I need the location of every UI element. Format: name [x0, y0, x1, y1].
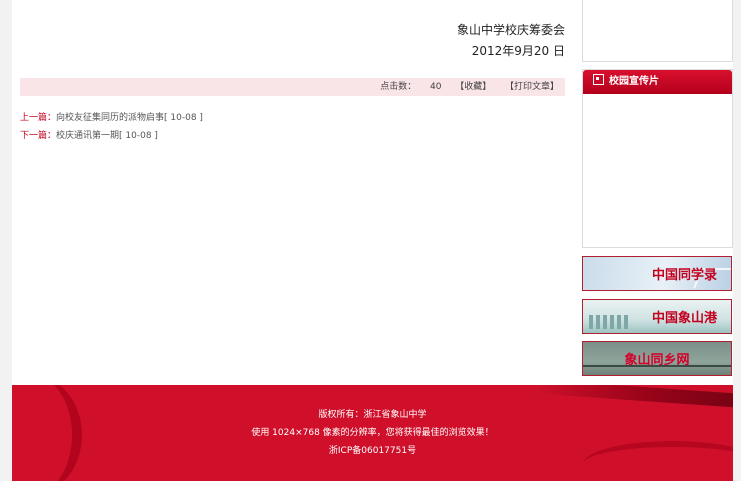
footer-copyright: 版权所有：浙江省象山中学	[318, 410, 427, 420]
classmates-banner-label: 中国同学录	[651, 268, 717, 283]
campus-video-panel: 校园宣传片	[582, 69, 733, 248]
xiangshan-harbor-banner[interactable]: 中国象山港	[582, 299, 732, 334]
fellow-townsmen-banner-label: 象山同乡网	[624, 353, 690, 368]
previous-article-link[interactable]: 向校友征集同历的派物启事[ 10-08 ]	[56, 113, 203, 123]
next-article-link[interactable]: 校庆通讯第一期[ 10-08 ]	[56, 131, 158, 141]
ribbon-decoration-right	[532, 385, 733, 409]
article-info-bar: 点击数： 40 【收藏】 【打印文章】	[20, 78, 565, 96]
xiangshan-harbor-banner-label: 中国象山港	[651, 311, 717, 326]
hits-label: 点击数：	[380, 82, 417, 92]
video-icon	[593, 74, 604, 85]
signature-organization: 象山中学校庆筹委会	[456, 23, 565, 37]
campus-video-title: 校园宣传片	[609, 76, 659, 87]
sidebar-top-box	[582, 0, 733, 62]
campus-video-header: 校园宣传片	[583, 70, 732, 94]
footer-resolution-note: 使用 1024×768 像素的分辨率，您将获得最佳的浏览效果！	[251, 428, 494, 438]
footer: 版权所有：浙江省象山中学 使用 1024×768 像素的分辨率，您将获得最佳的浏…	[12, 385, 733, 481]
print-article-link[interactable]: 【打印文章】	[505, 82, 559, 92]
next-article: 下一篇：校庆通讯第一期[ 10-08 ]	[20, 128, 158, 141]
article-main: 象山中学校庆筹委会 2012年9月20 日 点击数： 40 【收藏】 【打印文章…	[20, 0, 565, 385]
classmates-banner[interactable]: 中国同学录	[582, 256, 732, 291]
favorite-link[interactable]: 【收藏】	[455, 82, 491, 92]
city-skyline-icon	[589, 315, 629, 329]
previous-label: 上一篇：	[20, 113, 57, 123]
next-label: 下一篇：	[20, 131, 57, 141]
previous-article: 上一篇：向校友征集同历的派物启事[ 10-08 ]	[20, 110, 203, 123]
footer-icp: 浙ICP备06017751号	[328, 446, 417, 456]
signature-date: 2012年9月20 日	[471, 44, 565, 58]
fellow-townsmen-banner[interactable]: 象山同乡网	[582, 341, 732, 376]
hits-count: 40	[430, 82, 442, 92]
